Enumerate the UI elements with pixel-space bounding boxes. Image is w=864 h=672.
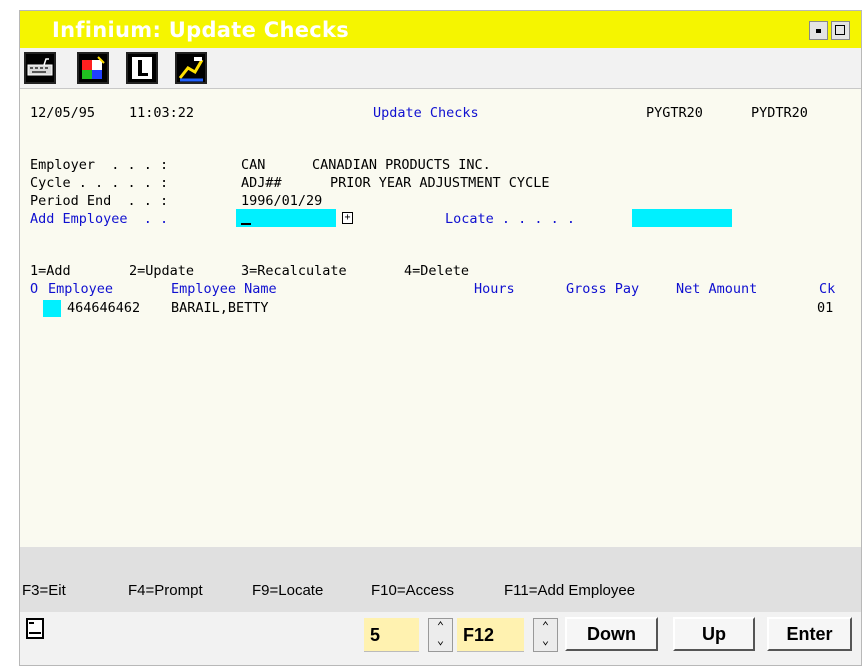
employer-label: Employer . . . : <box>30 157 169 173</box>
terminal-screen: 12/05/95 11:03:22 Update Checks PYGTR20 … <box>20 89 861 547</box>
page-number-box[interactable]: 5 <box>364 618 419 652</box>
window-title: Infinium: Update Checks <box>52 18 350 42</box>
col-hours: Hours <box>474 281 515 297</box>
row-employee-name: BARAIL,BETTY <box>171 300 269 316</box>
row-employee-number: 464646462 <box>67 300 141 316</box>
info-icon[interactable] <box>126 52 158 84</box>
f9-locate-key[interactable]: F9=Locate <box>252 582 323 599</box>
row-option-input[interactable] <box>43 300 61 317</box>
option-add: 1=Add <box>30 263 71 279</box>
app-window: Infinium: Update Checks 12/05/95 11:03:2… <box>19 10 862 666</box>
minimize-button[interactable] <box>809 21 828 40</box>
chevron-up-icon[interactable]: ⌃ <box>429 619 452 633</box>
cycle-label: Cycle . . . . . : <box>30 175 169 191</box>
chevron-down-icon[interactable]: ⌄ <box>429 633 452 647</box>
enter-button[interactable]: Enter <box>767 617 852 651</box>
employer-name: CANADIAN PRODUCTS INC. <box>312 157 491 173</box>
session-icon[interactable] <box>26 618 44 639</box>
option-update: 2=Update <box>129 263 195 279</box>
keyboard-icon[interactable] <box>24 52 56 84</box>
cycle-name: PRIOR YEAR ADJUSTMENT CYCLE <box>330 175 550 191</box>
chevron-down-icon[interactable]: ⌄ <box>534 633 557 647</box>
cycle-code: ADJ## <box>241 175 282 191</box>
add-employee-input[interactable] <box>236 209 336 227</box>
period-end-value: 1996/01/29 <box>241 193 323 209</box>
function-key-bar: F3=Eit F4=Prompt F9=Locate F10=Access F1… <box>20 547 861 612</box>
screen-time: 11:03:22 <box>129 105 195 121</box>
toolbar <box>20 48 861 89</box>
col-gross-pay: Gross Pay <box>566 281 640 297</box>
status-bar: 5 ⌃ ⌄ F12 ⌃ ⌄ Down Up Enter <box>20 612 861 665</box>
page-spinner[interactable]: ⌃ ⌄ <box>428 618 453 652</box>
page-up-button[interactable]: Up <box>673 617 755 651</box>
fkey-select-box[interactable]: F12 <box>457 618 524 652</box>
chevron-up-icon[interactable]: ⌃ <box>534 619 557 633</box>
maximize-button[interactable] <box>831 21 850 40</box>
screen-date: 12/05/95 <box>30 105 96 121</box>
locate-input[interactable] <box>632 209 732 227</box>
employer-code: CAN <box>241 157 266 173</box>
period-end-label: Period End . . : <box>30 193 169 209</box>
program-id-2: PYDTR20 <box>751 105 808 121</box>
page-down-button[interactable]: Down <box>565 617 658 651</box>
f4-prompt-key[interactable]: F4=Prompt <box>128 582 203 599</box>
col-employee: Employee <box>48 281 114 297</box>
text-cursor <box>241 223 251 225</box>
f11-add-employee-key[interactable]: F11=Add Employee <box>504 582 635 599</box>
locate-label: Locate . . . . . <box>445 211 576 227</box>
row-ck: 01 <box>817 300 834 316</box>
fkey-spinner[interactable]: ⌃ ⌄ <box>533 618 558 652</box>
title-bar[interactable]: Infinium: Update Checks <box>20 11 861 48</box>
col-net-amount: Net Amount <box>676 281 758 297</box>
f3-exit-key[interactable]: F3=Eit <box>22 582 66 599</box>
screen-title: Update Checks <box>373 105 479 121</box>
color-palette-icon[interactable] <box>77 52 109 84</box>
col-ck: Ck <box>819 281 836 297</box>
option-delete: 4=Delete <box>404 263 470 279</box>
f10-access-key[interactable]: F10=Access <box>371 582 454 599</box>
prompt-plus-icon[interactable]: + <box>342 212 353 224</box>
edit-icon[interactable] <box>175 52 207 84</box>
col-opt: O <box>30 281 39 297</box>
col-employee-name: Employee Name <box>171 281 277 297</box>
add-employee-label: Add Employee . . <box>30 211 169 227</box>
program-id-1: PYGTR20 <box>646 105 703 121</box>
option-recalculate: 3=Recalculate <box>241 263 347 279</box>
